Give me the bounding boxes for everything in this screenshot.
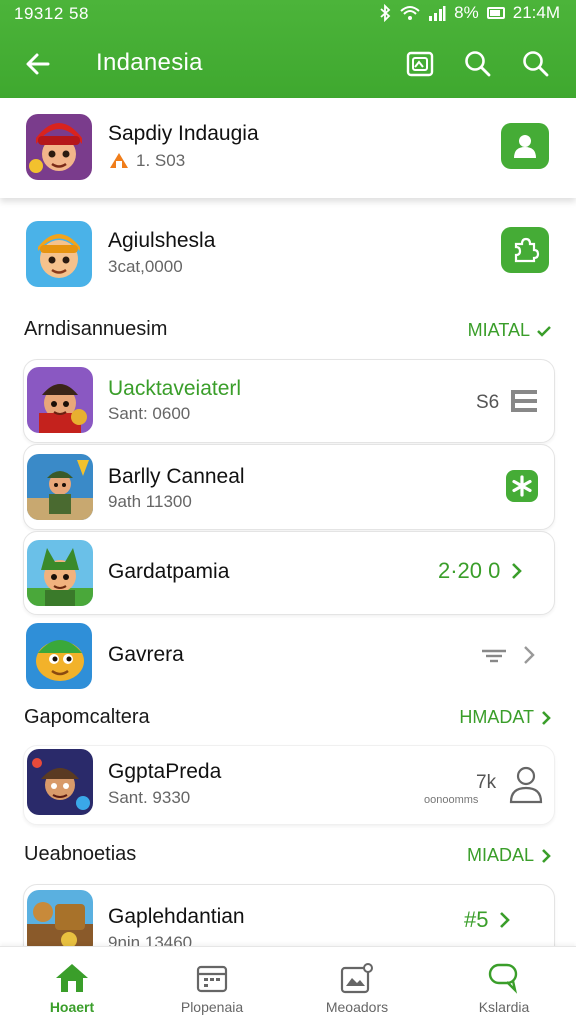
row-meta: S6 xyxy=(476,392,500,413)
row-title: Gaplehdantian xyxy=(108,905,245,928)
section-link-label: MIADAL xyxy=(466,845,534,865)
row-action-button[interactable] xyxy=(506,470,538,502)
row-title: Gavrera xyxy=(108,643,184,666)
row-meta: 7k xyxy=(476,772,497,793)
row-subtitle: 9ath 11300 xyxy=(108,492,192,511)
list-item[interactable]: Gavrera xyxy=(0,620,576,696)
chat-icon xyxy=(487,961,521,995)
section-link[interactable]: HMADAT xyxy=(459,707,552,728)
row-title: Uacktaveiaterl xyxy=(108,377,242,400)
puzzle-icon xyxy=(514,237,540,263)
battery-icon xyxy=(486,7,505,19)
section-title: Ueabnoetias xyxy=(24,843,137,865)
row-title: GgptaPreda xyxy=(108,760,222,783)
game-avatar xyxy=(27,749,93,815)
page-title: Indanesia xyxy=(96,49,203,76)
home-icon xyxy=(54,961,90,995)
row-subtitle: 3cat,0000 xyxy=(108,257,183,276)
row-value: 2·20 0 xyxy=(438,558,501,583)
list-icon[interactable] xyxy=(510,388,538,419)
user-icon[interactable] xyxy=(508,764,544,809)
row-value-button[interactable]: 2·20 0 xyxy=(438,558,523,584)
chevron-right-icon xyxy=(542,710,551,725)
row-subtitle: Sant: 0600 xyxy=(108,404,191,423)
game-avatar xyxy=(27,367,93,433)
row-subtitle: Sant. 9330 xyxy=(108,788,191,807)
section-link-label: HMADAT xyxy=(459,707,534,727)
row-title: Barlly Canneal xyxy=(108,465,245,488)
list-item[interactable]: Agiulshesla 3cat,0000 xyxy=(0,210,576,296)
row-meta-caption: oonoomms xyxy=(424,794,479,806)
search-icon xyxy=(523,51,549,77)
search-button[interactable] xyxy=(460,46,496,82)
wifi-icon xyxy=(400,5,420,21)
wifi-icon xyxy=(480,646,508,671)
row-value: #5 xyxy=(464,907,489,932)
section-link[interactable]: MIATAL xyxy=(468,320,552,341)
status-bar: 19312 58 8% 21:4M xyxy=(0,0,576,28)
chevron-right-icon xyxy=(500,912,511,928)
list-card[interactable]: GgptaPreda Sant. 9330 7k oonoomms xyxy=(23,745,555,825)
game-avatar xyxy=(26,221,92,287)
status-time-left: 19312 58 xyxy=(14,4,89,23)
nav-label: Hoaert xyxy=(49,999,95,1015)
section-title: Gapomcaltera xyxy=(24,706,150,728)
featured-title: Sapdiy Indaugia xyxy=(108,122,259,145)
nav-calendar[interactable]: Plopenaia xyxy=(140,947,284,1024)
bottom-navigation: Hoaert Plopenaia Meoadors Kslardia xyxy=(0,946,576,1024)
flame-icon xyxy=(108,150,130,175)
check-icon xyxy=(537,325,551,337)
row-value-button[interactable]: #5 xyxy=(464,907,511,933)
nav-label: Kslardia xyxy=(478,999,530,1015)
top-app-bar: 19312 58 8% 21:4M Indanesia xyxy=(0,0,576,98)
section-title: Arndisannuesim xyxy=(24,318,168,340)
signal-icon xyxy=(428,5,446,21)
status-time-right: 21:4M xyxy=(512,3,560,22)
status-icons: 8% 21:4M xyxy=(378,3,560,23)
search-icon xyxy=(465,51,491,77)
user-icon xyxy=(514,135,536,158)
search-button-2[interactable] xyxy=(518,46,554,82)
photo-icon xyxy=(340,961,374,995)
gallery-button[interactable] xyxy=(402,46,438,82)
game-avatar xyxy=(26,114,92,180)
arrow-left-icon xyxy=(26,53,50,75)
chevron-right-icon xyxy=(512,563,523,579)
bluetooth-icon xyxy=(378,4,392,22)
nav-label: Meoadors xyxy=(325,999,389,1015)
section-link-label: MIATAL xyxy=(467,320,530,340)
add-friend-button[interactable] xyxy=(501,123,549,169)
nav-home[interactable]: Hoaert xyxy=(0,947,144,1024)
chevron-right-icon[interactable] xyxy=(522,644,536,671)
game-avatar xyxy=(27,454,93,520)
nav-media[interactable]: Meoadors xyxy=(285,947,429,1024)
calendar-icon xyxy=(196,961,228,995)
asterisk-icon xyxy=(512,475,532,497)
app-bar: Indanesia xyxy=(0,30,576,98)
battery-percent: 8% xyxy=(454,3,479,22)
featured-card[interactable]: Sapdiy Indaugia 1. S03 xyxy=(0,98,576,198)
game-avatar xyxy=(27,540,93,606)
nav-label: Plopenaia xyxy=(180,999,244,1015)
row-title: Agiulshesla xyxy=(108,229,216,252)
list-card[interactable]: Barlly Canneal 9ath 11300 xyxy=(23,444,555,530)
nav-chat[interactable]: Kslardia xyxy=(432,947,576,1024)
row-title: Gardatpamia xyxy=(108,560,230,583)
featured-subtitle: 1. S03 xyxy=(136,151,186,170)
chevron-right-icon xyxy=(542,848,551,863)
game-avatar xyxy=(26,623,92,689)
row-action-button[interactable] xyxy=(501,227,549,273)
back-button[interactable] xyxy=(18,46,58,82)
section-link[interactable]: MIADAL xyxy=(467,845,552,866)
list-card[interactable]: Gardatpamia 2·20 0 xyxy=(23,531,555,615)
gallery-icon xyxy=(406,51,434,77)
list-card[interactable]: Uacktaveiaterl Sant: 0600 S6 xyxy=(23,359,555,443)
